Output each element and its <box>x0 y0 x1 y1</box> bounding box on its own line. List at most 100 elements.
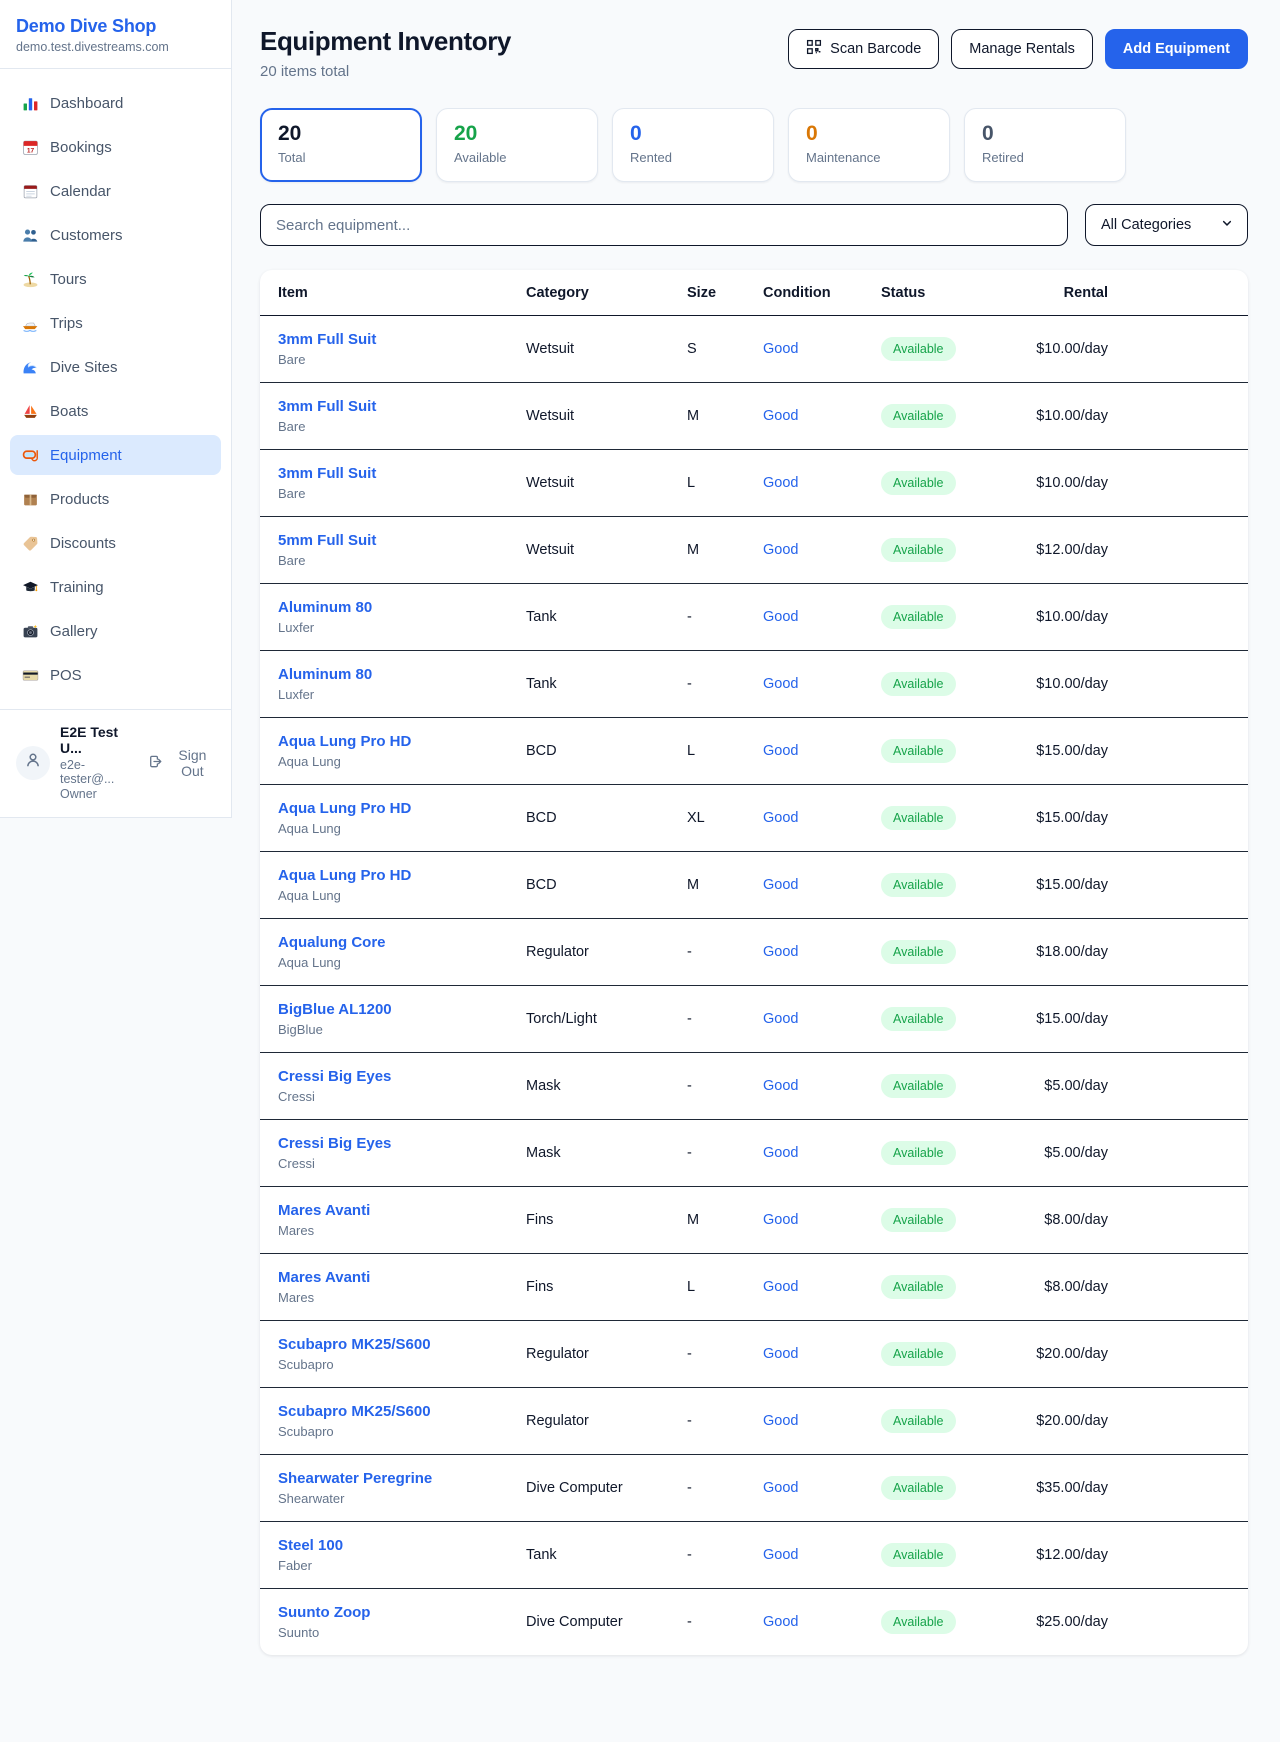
sidebar-item-products[interactable]: Products <box>10 479 221 519</box>
item-name-link[interactable]: Aluminum 80 <box>278 599 526 616</box>
table-row: Steel 100 Faber Tank - Good Available $1… <box>260 1522 1248 1589</box>
item-name-link[interactable]: Aluminum 80 <box>278 666 526 683</box>
condition-link[interactable]: Good <box>763 609 798 625</box>
condition-link[interactable]: Good <box>763 1547 798 1563</box>
sidebar-item-training[interactable]: Training <box>10 567 221 607</box>
qr-code-icon <box>806 39 822 59</box>
equipment-table-card: Item Category Size Condition Status Rent… <box>260 270 1248 1655</box>
condition-link[interactable]: Good <box>763 1078 798 1094</box>
item-name-link[interactable]: Aqua Lung Pro HD <box>278 867 526 884</box>
category-select[interactable]: All Categories <box>1085 204 1248 246</box>
rental-cell: $20.00/day <box>1021 1321 1248 1388</box>
condition-link[interactable]: Good <box>763 877 798 893</box>
add-equipment-button[interactable]: Add Equipment <box>1105 29 1248 69</box>
condition-link[interactable]: Good <box>763 676 798 692</box>
item-cell: 3mm Full Suit Bare <box>260 450 526 517</box>
item-name-link[interactable]: Aqua Lung Pro HD <box>278 733 526 750</box>
sidebar-item-boats[interactable]: Boats <box>10 391 221 431</box>
category-cell: Fins <box>526 1187 687 1254</box>
sidebar-item-trips[interactable]: Trips <box>10 303 221 343</box>
table-row: Aqua Lung Pro HD Aqua Lung BCD XL Good A… <box>260 785 1248 852</box>
sidebar-item-discounts[interactable]: Discounts <box>10 523 221 563</box>
sidebar-item-dashboard[interactable]: Dashboard <box>10 83 221 123</box>
condition-link[interactable]: Good <box>763 944 798 960</box>
rental-cell: $35.00/day <box>1021 1455 1248 1522</box>
condition-link[interactable]: Good <box>763 1413 798 1429</box>
sign-out-button[interactable]: Sign Out <box>148 747 217 779</box>
item-cell: Aqua Lung Pro HD Aqua Lung <box>260 718 526 785</box>
scan-barcode-button[interactable]: Scan Barcode <box>788 29 939 69</box>
stat-label: Retired <box>982 150 1108 165</box>
sidebar-item-tours[interactable]: Tours <box>10 259 221 299</box>
condition-link[interactable]: Good <box>763 1212 798 1228</box>
brand-name[interactable]: Demo Dive Shop <box>16 16 215 37</box>
category-cell: Tank <box>526 1522 687 1589</box>
condition-cell: Good <box>763 517 881 584</box>
item-name-link[interactable]: Shearwater Peregrine <box>278 1470 526 1487</box>
stat-card-available[interactable]: 20 Available <box>436 108 598 182</box>
condition-cell: Good <box>763 986 881 1053</box>
condition-link[interactable]: Good <box>763 542 798 558</box>
condition-link[interactable]: Good <box>763 743 798 759</box>
stat-card-retired[interactable]: 0 Retired <box>964 108 1126 182</box>
condition-link[interactable]: Good <box>763 408 798 424</box>
condition-link[interactable]: Good <box>763 1480 798 1496</box>
item-name-link[interactable]: 3mm Full Suit <box>278 398 526 415</box>
condition-link[interactable]: Good <box>763 1145 798 1161</box>
sidebar-item-calendar[interactable]: Calendar <box>10 171 221 211</box>
item-cell: Aluminum 80 Luxfer <box>260 651 526 718</box>
user-info: E2E Test U... e2e-tester@... Owner <box>60 724 138 801</box>
status-cell: Available <box>881 785 1021 852</box>
item-name-link[interactable]: Scubapro MK25/S600 <box>278 1403 526 1420</box>
item-name-link[interactable]: 5mm Full Suit <box>278 532 526 549</box>
item-name-link[interactable]: BigBlue AL1200 <box>278 1001 526 1018</box>
item-name-link[interactable]: Scubapro MK25/S600 <box>278 1336 526 1353</box>
user-section: E2E Test U... e2e-tester@... Owner Sign … <box>0 709 231 817</box>
condition-cell: Good <box>763 651 881 718</box>
size-cell: - <box>687 584 763 651</box>
tours-icon <box>22 271 39 288</box>
condition-cell: Good <box>763 852 881 919</box>
sidebar-item-bookings[interactable]: 17 Bookings <box>10 127 221 167</box>
stat-card-maintenance[interactable]: 0 Maintenance <box>788 108 950 182</box>
condition-cell: Good <box>763 383 881 450</box>
stat-card-total[interactable]: 20 Total <box>260 108 422 182</box>
condition-link[interactable]: Good <box>763 475 798 491</box>
item-name-link[interactable]: Mares Avanti <box>278 1269 526 1286</box>
condition-link[interactable]: Good <box>763 1346 798 1362</box>
manage-rentals-button[interactable]: Manage Rentals <box>951 29 1093 69</box>
item-name-link[interactable]: Mares Avanti <box>278 1202 526 1219</box>
category-cell: BCD <box>526 718 687 785</box>
size-cell: L <box>687 1254 763 1321</box>
item-name-link[interactable]: Suunto Zoop <box>278 1604 526 1621</box>
item-cell: Mares Avanti Mares <box>260 1187 526 1254</box>
column-header-size: Size <box>687 270 763 316</box>
sidebar-item-pos[interactable]: POS <box>10 655 221 695</box>
item-name-link[interactable]: Steel 100 <box>278 1537 526 1554</box>
condition-link[interactable]: Good <box>763 1614 798 1630</box>
sidebar-item-equipment[interactable]: Equipment <box>10 435 221 475</box>
sidebar-item-dive-sites[interactable]: Dive Sites <box>10 347 221 387</box>
brand-block: Demo Dive Shop demo.test.divestreams.com <box>0 0 231 69</box>
condition-link[interactable]: Good <box>763 810 798 826</box>
size-cell: - <box>687 1455 763 1522</box>
stat-label: Total <box>278 150 404 165</box>
sidebar-item-gallery[interactable]: Gallery <box>10 611 221 651</box>
stat-card-rented[interactable]: 0 Rented <box>612 108 774 182</box>
item-name-link[interactable]: 3mm Full Suit <box>278 331 526 348</box>
condition-link[interactable]: Good <box>763 341 798 357</box>
condition-link[interactable]: Good <box>763 1011 798 1027</box>
search-input[interactable] <box>260 204 1068 246</box>
item-name-link[interactable]: Cressi Big Eyes <box>278 1068 526 1085</box>
item-name-link[interactable]: Aqualung Core <box>278 934 526 951</box>
sidebar-item-customers[interactable]: Customers <box>10 215 221 255</box>
rental-cell: $8.00/day <box>1021 1187 1248 1254</box>
item-cell: Aqualung Core Aqua Lung <box>260 919 526 986</box>
item-name-link[interactable]: Aqua Lung Pro HD <box>278 800 526 817</box>
condition-link[interactable]: Good <box>763 1279 798 1295</box>
category-cell: Regulator <box>526 1388 687 1455</box>
table-row: 3mm Full Suit Bare Wetsuit M Good Availa… <box>260 383 1248 450</box>
item-name-link[interactable]: 3mm Full Suit <box>278 465 526 482</box>
status-cell: Available <box>881 1522 1021 1589</box>
item-name-link[interactable]: Cressi Big Eyes <box>278 1135 526 1152</box>
